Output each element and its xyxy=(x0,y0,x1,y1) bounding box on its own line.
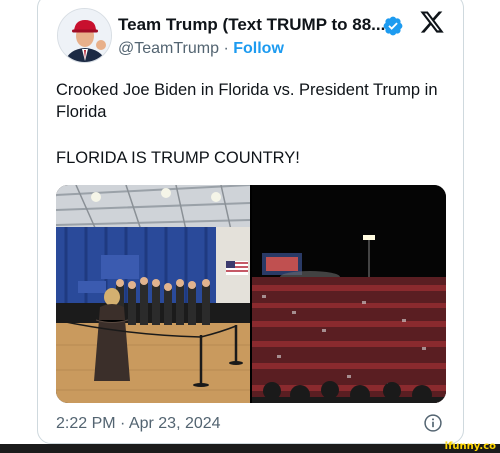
watermark-text: ifunny.co xyxy=(444,441,496,452)
tweet-text: Crooked Joe Biden in Florida vs. Preside… xyxy=(56,81,438,121)
media-photo-right[interactable] xyxy=(252,185,446,403)
watermark-bar xyxy=(0,444,500,453)
media-photo-left[interactable] xyxy=(56,185,250,403)
tweet-timestamp[interactable]: 2:22 PM · Apr 23, 2024 xyxy=(56,415,221,433)
avatar[interactable] xyxy=(57,8,112,63)
tweet-card[interactable]: Team Trump (Text TRUMP to 88... @TeamTru… xyxy=(37,0,464,444)
display-name[interactable]: Team Trump (Text TRUMP to 88... xyxy=(118,15,385,35)
handle[interactable]: @TeamTrump xyxy=(118,40,219,57)
separator: · xyxy=(223,40,229,57)
follow-button[interactable]: Follow xyxy=(233,40,284,57)
x-logo-icon[interactable] xyxy=(419,9,445,35)
verified-badge-icon xyxy=(383,16,403,36)
handle-row: @TeamTrump · Follow xyxy=(118,40,284,58)
tweet-text-emphasis: FLORIDA IS TRUMP COUNTRY! xyxy=(56,149,300,167)
media-grid[interactable] xyxy=(56,185,446,403)
info-icon[interactable] xyxy=(423,413,443,433)
